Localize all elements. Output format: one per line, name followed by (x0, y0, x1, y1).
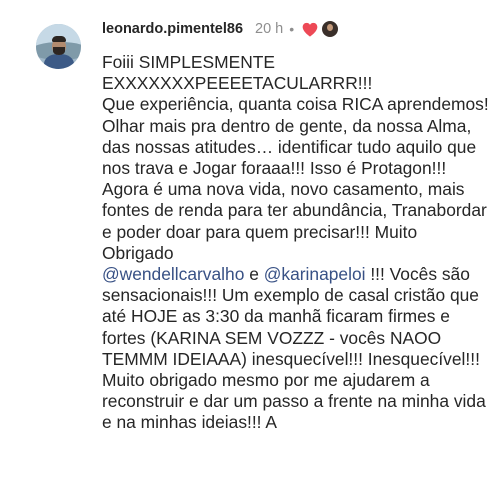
username-link[interactable]: leonardo.pimentel86 (102, 21, 243, 37)
user-avatar[interactable] (36, 24, 81, 69)
comment-text-part3: !!! Vocês são sensacionais!!! Um exemplo… (102, 264, 486, 433)
reactor-avatar[interactable] (322, 21, 339, 37)
comment-text-part2: e (244, 264, 264, 285)
mention-wendellcarvalho[interactable]: @wendellcarvalho (102, 264, 244, 284)
reactor-face (327, 24, 334, 31)
avatar-beard (53, 47, 65, 55)
avatar-hair (52, 36, 66, 42)
comment-header: leonardo.pimentel86 20 h • (102, 16, 339, 42)
avatar-shirt (44, 54, 74, 69)
separator-dot: • (289, 21, 295, 37)
comment-text: Foiii SIMPLESMENTE EXXXXXXXPEEEETACULARR… (102, 52, 492, 434)
comment-time: 20 h (255, 21, 284, 37)
comment-text-part1: Foiii SIMPLESMENTE EXXXXXXXPEEEETACULARR… (102, 52, 489, 263)
heart-icon[interactable] (302, 22, 318, 37)
mention-karinapeloi[interactable]: @karinapeloi (264, 264, 366, 284)
